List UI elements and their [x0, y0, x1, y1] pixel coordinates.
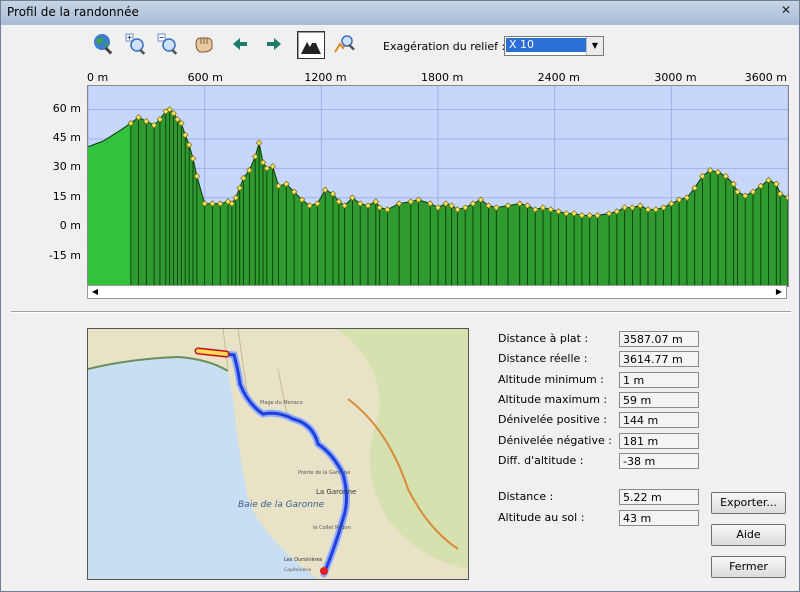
exaggeration-value: X 10 [506, 38, 587, 52]
cursor-value: 5.22 m [619, 489, 699, 505]
arrow-right-icon[interactable] [261, 31, 287, 57]
map-label-bay: Baie de la Garonne [238, 500, 325, 510]
x-tick-label: 3000 m [654, 71, 697, 84]
elevation-profile-chart[interactable] [87, 85, 789, 287]
map-label-capitainerie: Capitainerie [284, 567, 311, 573]
route-end-marker [320, 567, 328, 575]
stat-label: Diff. d'altitude : [498, 454, 584, 467]
zoom-out-icon[interactable] [155, 31, 181, 57]
x-tick-label: 2400 m [537, 71, 580, 84]
y-tick-label: -15 m [48, 248, 81, 262]
route-map[interactable]: Baie de la Garonne La Garonne Plage du M… [87, 328, 469, 580]
stat-label: Distance réelle : [498, 352, 588, 365]
y-tick-label: 45 m [52, 130, 81, 144]
stat-label: Dénivelée négative : [498, 434, 612, 447]
y-axis-labels: 60 m 45 m 30 m 15 m 0 m -15 m [1, 85, 85, 295]
route-zoom-icon[interactable] [331, 31, 357, 57]
cursor-label: Altitude au sol : [498, 511, 585, 524]
stat-value: 3587.07 m [619, 331, 699, 347]
scroll-right-icon[interactable]: ▶ [772, 286, 786, 298]
profile-window: Profil de la randonnée ✕ Exagération du … [0, 0, 800, 592]
help-button[interactable]: Aide [711, 524, 786, 546]
stat-label: Altitude maximum : [498, 393, 608, 406]
chevron-down-icon[interactable]: ▼ [586, 37, 603, 55]
profile-point [255, 139, 263, 147]
scroll-left-icon[interactable]: ◀ [88, 286, 102, 298]
stat-label: Dénivelée positive : [498, 413, 607, 426]
stat-value: 1 m [619, 372, 699, 388]
stat-label: Altitude minimum : [498, 373, 604, 386]
stat-value: 144 m [619, 412, 699, 428]
exaggeration-select[interactable]: X 10 ▼ [504, 36, 604, 56]
title-bar: Profil de la randonnée ✕ [1, 1, 799, 25]
zoom-in-icon[interactable] [123, 31, 149, 57]
stat-value: 59 m [619, 392, 699, 408]
stat-label: Distance à plat : [498, 332, 589, 345]
x-tick-label: 600 m [187, 71, 223, 84]
map-label-town: La Garonne [316, 488, 356, 496]
y-tick-label: 30 m [52, 160, 81, 174]
close-button[interactable]: Fermer [711, 556, 786, 578]
export-button[interactable]: Exporter... [711, 492, 786, 514]
map-svg: Baie de la Garonne La Garonne Plage du M… [88, 329, 468, 579]
stat-value: 3614.77 m [619, 351, 699, 367]
x-axis-labels: 0 m 600 m 1200 m 1800 m 2400 m 3000 m 3600 m [87, 71, 787, 85]
exaggeration-label: Exagération du relief : [383, 40, 506, 53]
pan-hand-icon[interactable] [191, 31, 217, 57]
x-tick-label: 0 m [87, 71, 109, 84]
cursor-value: 43 m [619, 510, 699, 526]
globe-zoom-icon[interactable] [91, 31, 117, 57]
window-title: Profil de la randonnée [7, 5, 139, 19]
y-tick-label: 15 m [52, 189, 81, 203]
y-tick-label: 0 m [59, 219, 81, 233]
x-tick-label: 1800 m [421, 71, 464, 84]
stat-value: -38 m [619, 453, 699, 469]
arrow-left-icon[interactable] [227, 31, 253, 57]
x-tick-label: 1200 m [304, 71, 347, 84]
terrain-icon[interactable] [297, 31, 325, 59]
x-tick-label: 3600 m [744, 71, 787, 84]
profile-svg [88, 86, 788, 286]
y-tick-label: 60 m [52, 101, 81, 115]
divider [11, 311, 791, 313]
cursor-label: Distance : [498, 490, 554, 503]
close-icon[interactable]: ✕ [779, 3, 793, 19]
map-label-beach: Plage du Monaco [260, 400, 303, 406]
profile-area-start [88, 123, 131, 286]
map-label-collet: le Collet Redon [313, 525, 351, 531]
map-label-pointe: Pointe de la Garonne [298, 470, 350, 476]
profile-scrollbar[interactable]: ◀ ▶ [87, 285, 787, 299]
map-label-oursinieres: Les Oursinières [284, 556, 323, 563]
stat-value: 181 m [619, 433, 699, 449]
